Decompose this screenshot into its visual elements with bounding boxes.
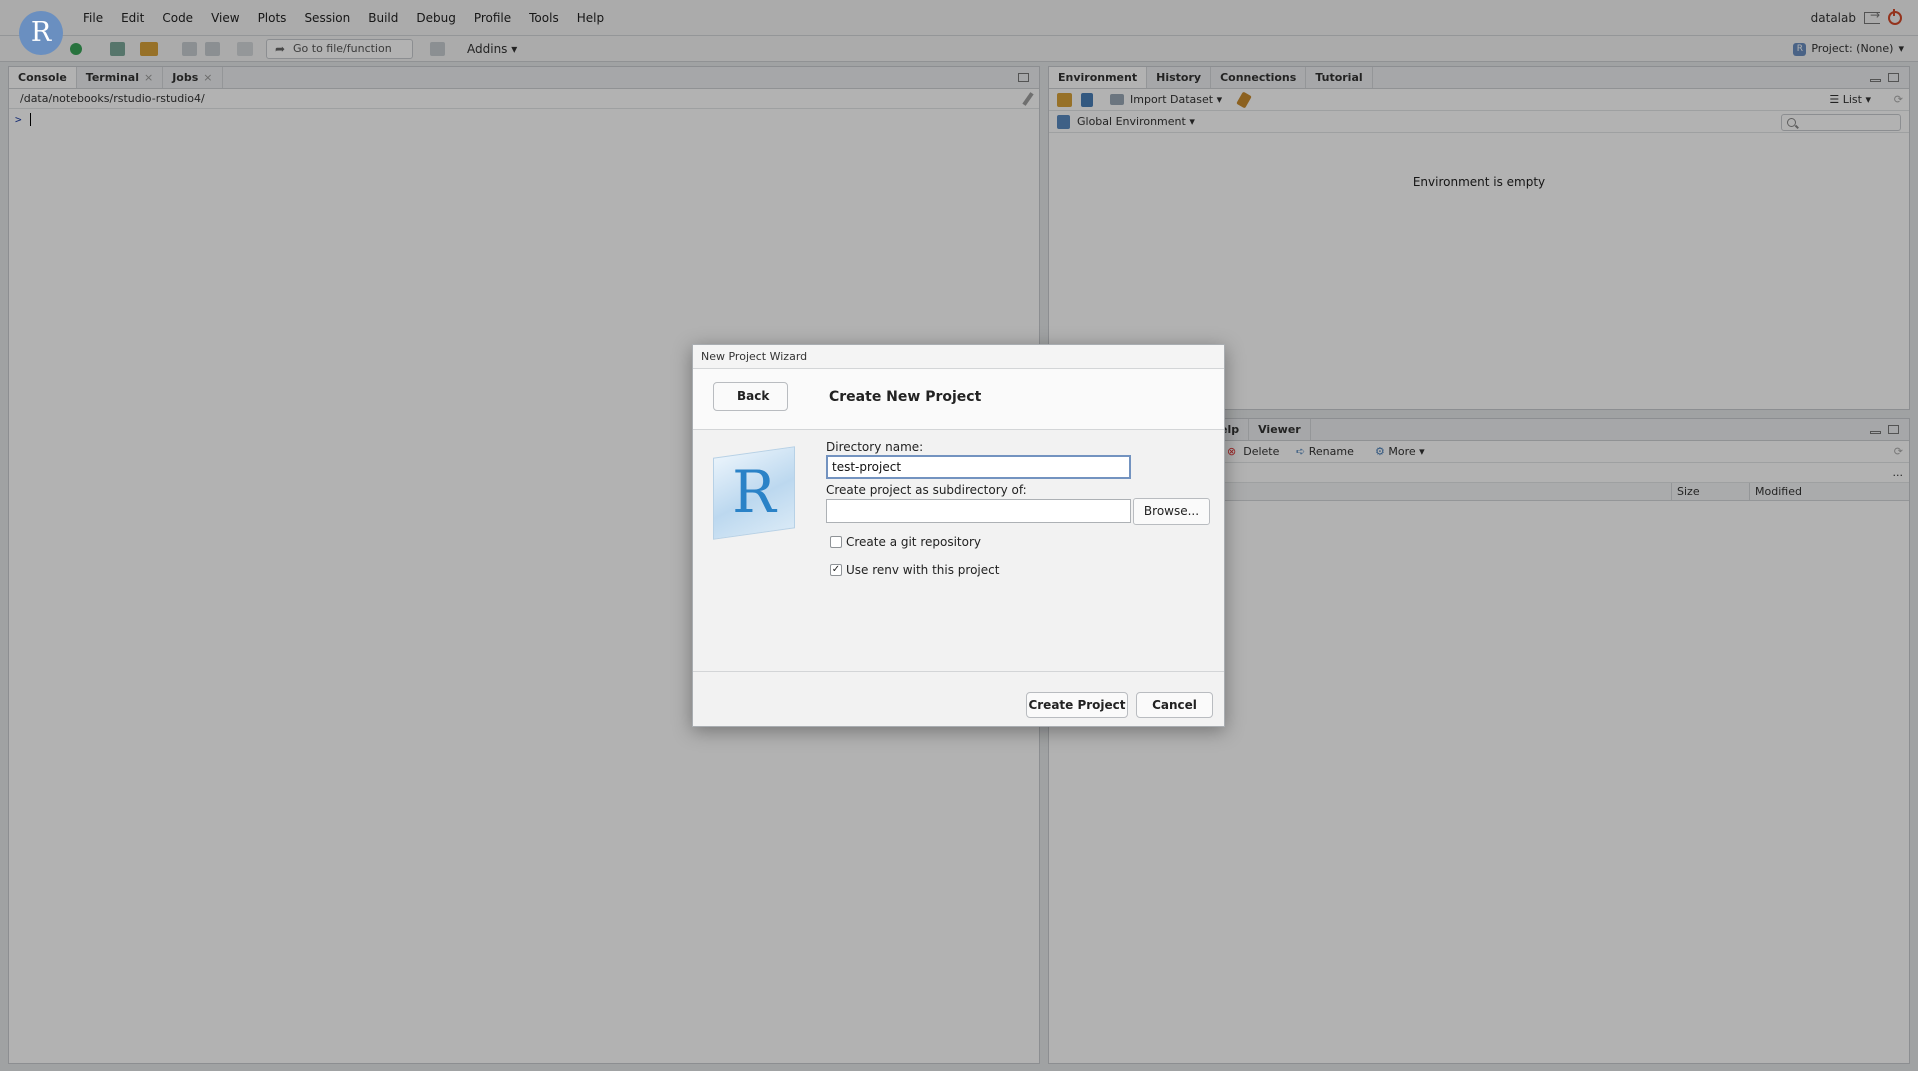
renv-label[interactable]: Use renv with this project — [846, 563, 999, 577]
r-project-cube-icon: R — [705, 442, 803, 540]
dialog-footer-divider — [693, 671, 1224, 672]
renv-checkbox[interactable]: ✓ — [830, 564, 842, 576]
cancel-button[interactable]: Cancel — [1136, 692, 1213, 718]
r-logo: R — [19, 11, 63, 55]
subdirectory-label: Create project as subdirectory of: — [826, 483, 1027, 497]
git-repo-label[interactable]: Create a git repository — [846, 535, 981, 549]
subdirectory-input[interactable] — [826, 499, 1131, 523]
rstudio-app: File Edit Code View Plots Session Build … — [0, 0, 1918, 1071]
create-project-button[interactable]: Create Project — [1026, 692, 1128, 718]
dialog-header: Back Create New Project — [693, 369, 1224, 430]
back-button[interactable]: Back — [713, 382, 788, 411]
dialog-window-title: New Project Wizard — [693, 345, 1224, 369]
back-label: Back — [737, 389, 770, 403]
cube-letter: R — [732, 458, 776, 526]
dialog-heading: Create New Project — [829, 389, 982, 405]
directory-name-label: Directory name: — [826, 440, 924, 454]
git-repo-checkbox[interactable] — [830, 536, 842, 548]
new-project-wizard-dialog: New Project Wizard Back Create New Proje… — [692, 344, 1225, 727]
browse-button[interactable]: Browse... — [1133, 498, 1210, 525]
directory-name-input[interactable]: test-project — [826, 455, 1131, 479]
